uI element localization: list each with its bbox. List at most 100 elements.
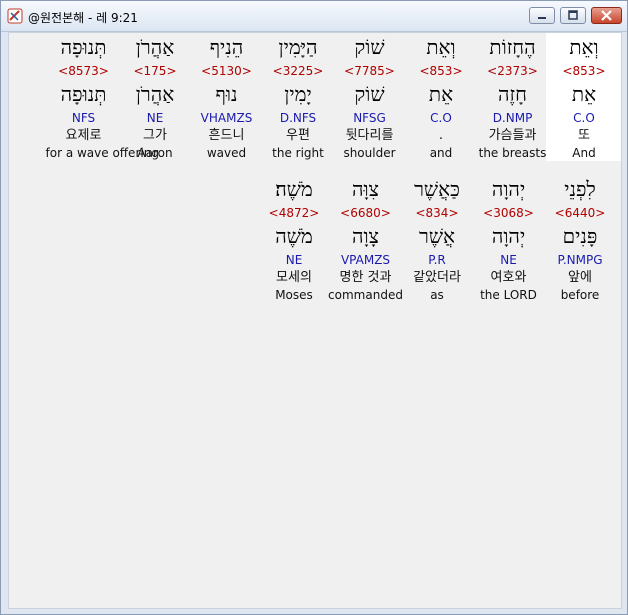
word-block[interactable]: הֵנִיף <5130> נוּף VHAMZS 흔드니 waved — [189, 33, 265, 161]
korean-gloss: 명한 것과 — [339, 270, 392, 285]
english-gloss: for a wave offering — [45, 146, 159, 160]
window-title: @원전본해 - 레 9:21 — [28, 11, 138, 25]
strong-number[interactable]: <7785> — [332, 62, 408, 80]
korean-gloss: 우편 — [286, 128, 310, 143]
strong-number[interactable]: <8573> — [46, 62, 122, 80]
hebrew-word: הֵנִיף — [209, 35, 244, 59]
korean-gloss: 또 — [578, 128, 590, 143]
korean-gloss: 여호와 — [490, 270, 527, 285]
hebrew-word: יְהוָה — [491, 177, 526, 201]
english-gloss: before — [560, 288, 600, 302]
english-gloss: and — [429, 146, 453, 160]
morphology-code: NE — [285, 253, 303, 267]
word-block[interactable]: הַיָּמִין <3225> יָמִין D.NFS 우편 the right — [260, 33, 336, 161]
morphology-code: D.NFS — [279, 111, 317, 125]
hebrew-word: הֶחָזוֹת — [489, 35, 536, 59]
morphology-code: NFS — [71, 111, 96, 125]
strong-number[interactable]: <6440> — [542, 204, 618, 222]
word-block[interactable]: יְהוָה <3068> יְהוָה NE 여호와 the LORD — [471, 175, 547, 303]
korean-gloss: . — [438, 128, 444, 143]
morphology-code: C.O — [430, 111, 452, 125]
morphology-code: VHAMZS — [200, 111, 253, 125]
morphology-code: NE — [146, 111, 164, 125]
hebrew-lemma[interactable]: מֹשֶׁה — [256, 222, 332, 251]
strong-number[interactable]: <853> — [403, 62, 479, 80]
hebrew-word: הַיָּמִין — [278, 35, 318, 59]
hebrew-lemma[interactable]: אֵת — [403, 80, 479, 109]
hebrew-word: שׁוֹק — [354, 35, 385, 59]
english-gloss: as — [430, 288, 444, 302]
hebrew-lemma[interactable]: פָּנִים — [542, 222, 618, 251]
hebrew-word: לִפְנֵי — [564, 177, 596, 201]
minimize-button[interactable] — [529, 7, 555, 24]
hebrew-lemma[interactable]: שׁוֹק — [332, 80, 408, 109]
korean-gloss: 그가 — [143, 128, 167, 143]
hebrew-word: אַהֲרֹן — [135, 35, 175, 59]
english-gloss: And — [572, 146, 596, 160]
hebrew-word: מֹשֶׁה׃ — [275, 177, 313, 201]
maximize-icon — [568, 10, 578, 20]
korean-gloss: 흔드니 — [208, 128, 245, 143]
hebrew-word: כַּאֲשֶׁר — [414, 177, 460, 201]
english-gloss: shoulder — [343, 146, 396, 160]
word-block[interactable]: מֹשֶׁה׃ <4872> מֹשֶׁה NE 모세의 Moses — [256, 175, 332, 303]
strong-number[interactable]: <834> — [399, 204, 475, 222]
strong-number[interactable]: <175> — [117, 62, 193, 80]
word-block[interactable]: וְאֵת <853> אֵת C.O 또 And — [546, 33, 621, 161]
hebrew-lemma[interactable]: יְהוָה — [471, 222, 547, 251]
word-block[interactable]: תְּנוּפָה <8573> תְּנוּפָה NFS 요제로 for a wave… — [45, 33, 159, 161]
hebrew-lemma[interactable]: אֲשֶׁר — [399, 222, 475, 251]
korean-gloss: 앞에 — [568, 270, 592, 285]
close-icon — [601, 10, 612, 21]
hebrew-lemma[interactable]: צָוָה — [328, 222, 404, 251]
strong-number[interactable]: <4872> — [256, 204, 332, 222]
morphology-code: NE — [500, 253, 517, 267]
hebrew-word: וְאֵת — [426, 35, 456, 59]
verse-analysis-panel: וְאֵת <853> אֵת C.O 또 And הֶחָזוֹת <2373> חָזֶה D… — [8, 32, 622, 609]
strong-number[interactable]: <6680> — [328, 204, 404, 222]
english-gloss: Moses — [275, 288, 313, 302]
hebrew-lemma[interactable]: אֵת — [546, 80, 621, 109]
morphology-code: P.R — [428, 253, 446, 267]
word-block[interactable]: לִפְנֵי <6440> פָּנִים P.NMPG 앞에 before — [542, 175, 618, 303]
close-button[interactable] — [591, 7, 622, 24]
hebrew-lemma[interactable]: חָזֶה — [475, 80, 551, 109]
hebrew-word: וְאֵת — [569, 35, 599, 59]
hebrew-word: צִוָּה — [351, 177, 380, 201]
hebrew-lemma[interactable]: נוּף — [189, 80, 265, 109]
korean-gloss: 가슴들과 — [488, 128, 537, 143]
word-block[interactable]: כַּאֲשֶׁר <834> אֲשֶׁר P.R 같았더라 as — [399, 175, 475, 303]
english-gloss: waved — [206, 146, 247, 160]
english-gloss: commanded — [328, 288, 403, 302]
title-bar[interactable]: @원전본해 - 레 9:21 — [1, 1, 627, 32]
korean-gloss: 같았더라 — [413, 270, 461, 285]
hebrew-lemma[interactable]: תְּנוּפָה — [46, 80, 122, 109]
word-block[interactable]: שׁוֹק <7785> שׁוֹק NFSG 뒷다리를 shoulder — [332, 33, 408, 161]
hebrew-lemma[interactable]: אַהֲרֹן — [117, 80, 193, 109]
korean-gloss: 뒷다리를 — [345, 128, 394, 143]
minimize-icon — [538, 17, 546, 19]
app-window: @원전본해 - 레 9:21 וְאֵת <853> אֵת C.O 또 And הֶחָז… — [0, 0, 628, 615]
strong-number[interactable]: <5130> — [189, 62, 265, 80]
korean-gloss: 요제로 — [65, 128, 102, 143]
word-block[interactable]: צִוָּה <6680> צָוָה VPAMZS 명한 것과 commanded — [328, 175, 404, 303]
morphology-code: P.NMPG — [557, 253, 603, 267]
word-block[interactable]: וְאֵת <853> אֵת C.O. and — [403, 33, 479, 161]
word-block[interactable]: הֶחָזוֹת <2373> חָזֶה D.NMP 가슴들과 the breasts — [475, 33, 551, 161]
strong-number[interactable]: <853> — [546, 62, 621, 80]
morphology-code: VPAMZS — [340, 253, 391, 267]
word-block[interactable]: אַהֲרֹן <175> אַהֲרֹן NE 그가 Aaron — [117, 33, 193, 161]
english-gloss: the LORD — [480, 288, 537, 302]
english-gloss: the breasts — [478, 146, 547, 160]
english-gloss: the right — [272, 146, 324, 160]
bible-app-icon — [7, 8, 23, 24]
strong-number[interactable]: <3225> — [260, 62, 336, 80]
maximize-button[interactable] — [560, 7, 586, 24]
korean-gloss: 모세의 — [276, 270, 312, 285]
morphology-code: C.O — [573, 111, 595, 125]
hebrew-word: תְּנוּפָה — [60, 35, 107, 59]
strong-number[interactable]: <3068> — [471, 204, 547, 222]
hebrew-lemma[interactable]: יָמִין — [260, 80, 336, 109]
morphology-code: NFSG — [353, 111, 386, 125]
strong-number[interactable]: <2373> — [475, 62, 551, 80]
